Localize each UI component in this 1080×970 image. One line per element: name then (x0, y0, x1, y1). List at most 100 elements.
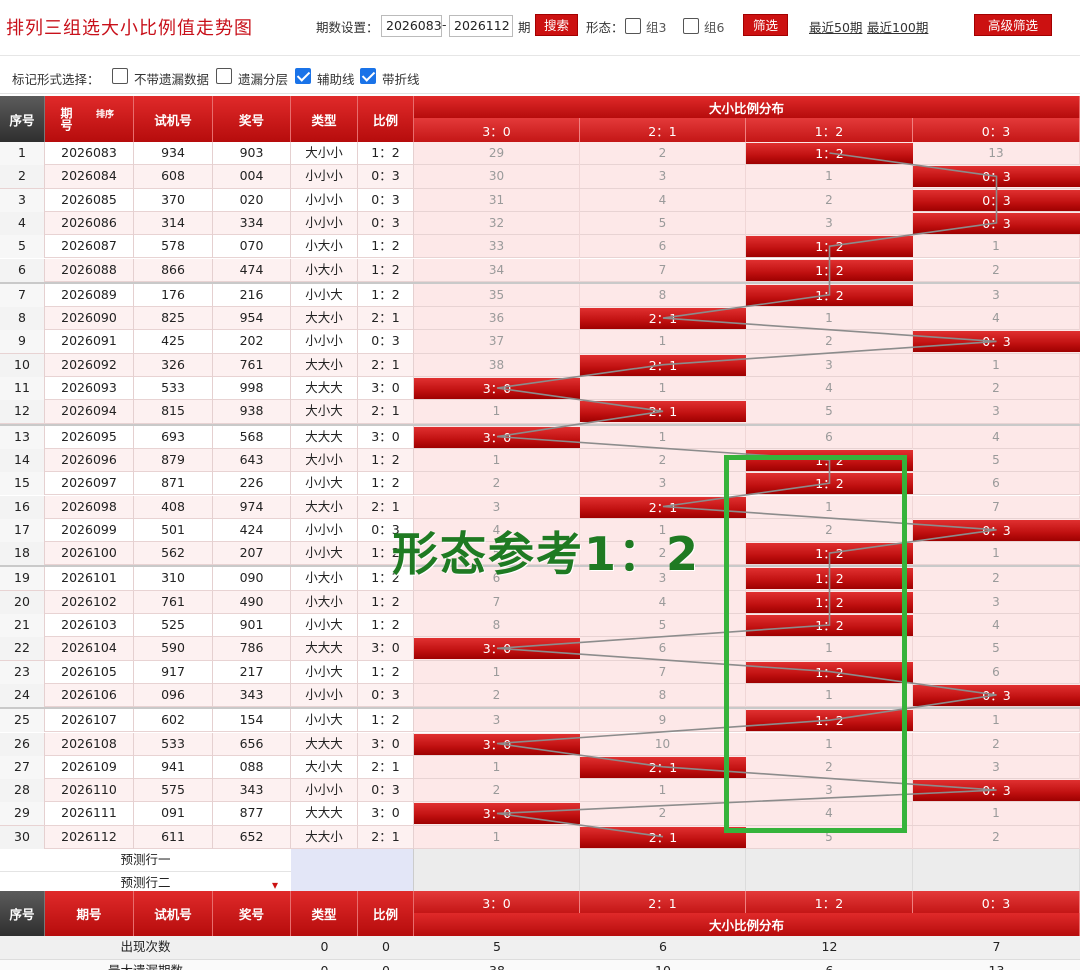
header-period-label: 期号 (59, 107, 73, 131)
miss-layer-checkbox[interactable] (216, 68, 232, 84)
row-period: 2026100 (45, 542, 134, 566)
row-period: 2026091 (45, 330, 134, 354)
row-trial-number: 815 (134, 400, 213, 424)
top-toolbar: 排列三组选大小比例值走势图 期数设置： 2026083 - 2026112 期 … (0, 0, 1080, 56)
row-index: 30 (0, 825, 45, 849)
row-index: 20 (0, 590, 45, 614)
row-draw-number: 226 (213, 472, 291, 496)
miss-count-cell: 1 (746, 165, 913, 189)
hit-cell: 3：0 (414, 733, 580, 755)
row-trial-number: 761 (134, 590, 213, 614)
row-type: 大大小 (291, 495, 358, 519)
row-type: 大大大 (291, 732, 358, 756)
row-type: 小小大 (291, 542, 358, 566)
row-period: 2026088 (45, 258, 134, 282)
row-period: 2026095 (45, 425, 134, 449)
hit-cell: 1：2 (746, 284, 913, 306)
group6-checkbox[interactable] (683, 18, 699, 34)
row-draw-number: 474 (213, 258, 291, 282)
row-period: 2026089 (45, 283, 134, 307)
search-button[interactable]: 搜索 (535, 14, 578, 36)
miss-count-cell: 4 (913, 614, 1080, 637)
recent-100-link[interactable]: 最近100期 (867, 17, 928, 36)
sort-button[interactable]: 排序 (92, 104, 118, 126)
predict-cell[interactable] (414, 849, 580, 872)
period-to-input[interactable]: 2026112 (449, 15, 513, 37)
hit-cell: 1：2 (746, 236, 913, 258)
predict-cell[interactable] (746, 849, 913, 872)
row-draw-number: 020 (213, 188, 291, 212)
row-draw-number: 004 (213, 165, 291, 189)
table-row: 30 2026112 611 652 大大小 2：1 1 2：1 5 2 (0, 825, 1080, 849)
row-period: 2026111 (45, 802, 134, 826)
filter-button[interactable]: 筛选 (743, 14, 788, 36)
row-index: 21 (0, 614, 45, 637)
table-row: 3 2026085 370 020 小小小 0：3 31 4 2 0：3 (0, 188, 1080, 212)
footer-header-draw: 奖号 (213, 891, 291, 936)
row-ratio: 2：1 (358, 495, 414, 519)
row-type: 大大大 (291, 425, 358, 449)
row-trial-number: 941 (134, 755, 213, 779)
miss-count-cell: 6 (913, 660, 1080, 684)
row-trial-number: 091 (134, 802, 213, 826)
table-row: 24 2026106 096 343 小小小 0：3 2 8 1 0：3 (0, 683, 1080, 708)
arrow-down-icon[interactable]: ▾ (272, 878, 278, 892)
miss-count-cell: 1 (580, 779, 746, 803)
row-index: 2 (0, 165, 45, 189)
predict-cell[interactable] (913, 849, 1080, 872)
row-ratio: 1：2 (358, 448, 414, 472)
miss-count-cell: 1 (414, 448, 580, 472)
row-period: 2026087 (45, 235, 134, 259)
row-draw-number: 088 (213, 755, 291, 779)
stats-max-miss: 6 (746, 960, 913, 970)
miss-count-cell: 2 (414, 683, 580, 707)
sort-label: 排序 (95, 110, 114, 120)
hit-cell: 1：2 (746, 143, 913, 164)
miss-count-cell: 1 (414, 660, 580, 684)
header-col-1-2: 1：2 (746, 118, 913, 142)
row-type: 小大小 (291, 258, 358, 282)
group3-label: 组3 (646, 20, 667, 35)
predict-row[interactable]: 预测行一 (0, 849, 1080, 872)
hit-cell: 0：3 (913, 780, 1080, 802)
aux-line-checkbox[interactable] (295, 68, 311, 84)
no-miss-data-checkbox[interactable] (112, 68, 128, 84)
table-row: 25 2026107 602 154 小小大 1：2 3 9 1：2 1 (0, 709, 1080, 733)
row-period: 2026097 (45, 472, 134, 496)
miss-count-cell: 32 (414, 211, 580, 235)
row-ratio: 2：1 (358, 307, 414, 331)
row-draw-number: 877 (213, 802, 291, 826)
predict-input-area[interactable] (291, 849, 414, 872)
miss-count-cell: 2 (746, 330, 913, 354)
row-index: 18 (0, 542, 45, 566)
row-type: 小小小 (291, 683, 358, 707)
predict-cell[interactable] (580, 849, 746, 872)
stats-max-miss-type: 0 (291, 960, 358, 970)
row-trial-number: 408 (134, 495, 213, 519)
hit-cell: 0：3 (913, 189, 1080, 211)
row-draw-number: 216 (213, 283, 291, 307)
row-trial-number: 096 (134, 683, 213, 707)
row-trial-number: 934 (134, 142, 213, 165)
group3-checkbox[interactable] (625, 18, 641, 34)
miss-count-cell: 1 (580, 377, 746, 400)
row-period: 2026092 (45, 353, 134, 377)
row-period: 2026105 (45, 660, 134, 684)
recent-50-link[interactable]: 最近50期 (809, 17, 862, 36)
polyline-checkbox[interactable] (360, 68, 376, 84)
mark-options-label: 标记形式选择： (12, 72, 100, 87)
header-period[interactable]: 期号 (45, 96, 134, 142)
footer-col-1-2: 1：2 (746, 891, 913, 913)
miss-count-cell: 6 (746, 425, 913, 449)
miss-count-cell: 2 (913, 258, 1080, 282)
row-index: 13 (0, 425, 45, 449)
row-draw-number: 903 (213, 142, 291, 165)
advanced-filter-button[interactable]: 高级筛选 (974, 14, 1052, 36)
row-trial-number: 562 (134, 542, 213, 566)
miss-count-cell: 2 (746, 188, 913, 212)
row-index: 26 (0, 732, 45, 756)
row-type: 小大小 (291, 235, 358, 259)
row-draw-number: 786 (213, 637, 291, 661)
row-type: 大大大 (291, 802, 358, 826)
period-from-input[interactable]: 2026083 (381, 15, 442, 37)
